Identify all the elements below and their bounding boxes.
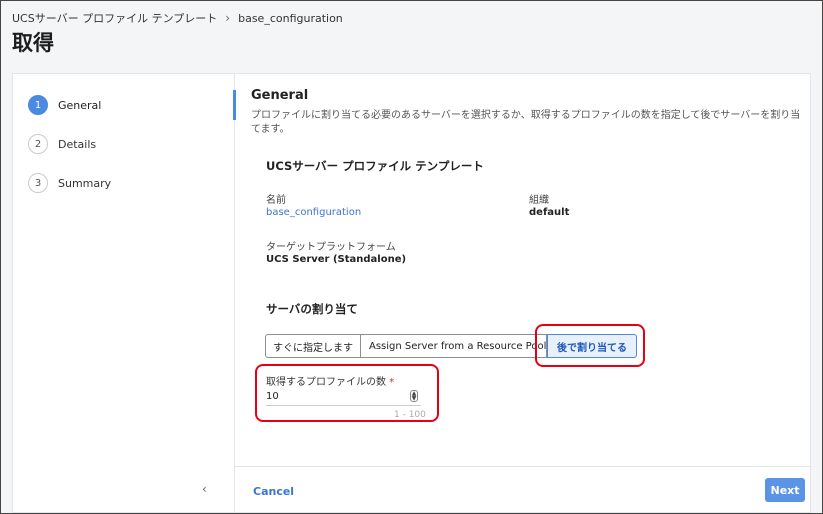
server-assignment-segmented-control: すぐに指定します Assign Server from a Resource P… — [265, 334, 637, 358]
profile-count-input[interactable] — [266, 388, 421, 406]
profile-count-label-text: 取得するプロファイルの数 — [266, 377, 386, 388]
required-mark: * — [389, 377, 395, 388]
section-description: プロファイルに割り当てる必要のあるサーバーを選択するか、取得するプロファイルの数… — [251, 110, 801, 135]
step-label: Summary — [58, 176, 112, 190]
next-button[interactable]: Next — [765, 478, 805, 502]
step-number: 3 — [28, 173, 48, 193]
step-general[interactable]: 1 General — [28, 95, 101, 115]
server-assignment-title: サーバの割り当て — [266, 302, 358, 316]
platform-label: ターゲットプラットフォーム — [266, 242, 396, 253]
count-range-hint: 1 - 100 — [394, 410, 426, 420]
active-step-indicator — [233, 90, 236, 120]
assign-now-button[interactable]: すぐに指定します — [265, 334, 361, 358]
section-title: General — [251, 88, 309, 103]
wizard-card: 1 General 2 Details 3 Summary ‹ General … — [12, 73, 812, 514]
step-details[interactable]: 2 Details — [28, 134, 96, 154]
step-number: 1 — [28, 95, 48, 115]
breadcrumb: UCSサーバー プロファイル テンプレート › base_configurati… — [12, 10, 343, 26]
template-section-title: UCSサーバー プロファイル テンプレート — [266, 159, 484, 173]
org-label: 組織 — [529, 195, 549, 206]
wizard-footer: Cancel Next — [235, 466, 812, 514]
stepper-down-icon[interactable]: ▼ — [412, 396, 417, 402]
step-label: Details — [58, 137, 97, 151]
wizard-steps-sidebar: 1 General 2 Details 3 Summary ‹ — [13, 74, 235, 512]
step-number: 2 — [28, 134, 48, 154]
platform-value: UCS Server (Standalone) — [266, 254, 407, 265]
name-label: 名前 — [266, 195, 286, 206]
collapse-sidebar-icon[interactable]: ‹ — [202, 482, 207, 496]
page-title: 取得 — [12, 31, 54, 55]
name-value-link[interactable]: base_configuration — [266, 207, 361, 218]
step-summary[interactable]: 3 Summary — [28, 173, 111, 193]
number-stepper-icon[interactable]: ▲ ▼ — [410, 390, 418, 402]
assign-later-button[interactable]: 後で割り当てる — [547, 334, 637, 358]
assign-from-pool-button[interactable]: Assign Server from a Resource Pool — [361, 334, 547, 358]
general-step-content: General プロファイルに割り当てる必要のあるサーバーを選択するか、取得する… — [251, 88, 807, 422]
step-label: General — [58, 98, 102, 112]
org-value: default — [529, 207, 570, 218]
breadcrumb-parent-link[interactable]: UCSサーバー プロファイル テンプレート — [12, 10, 217, 26]
breadcrumb-current: base_configuration — [238, 11, 343, 25]
cancel-button[interactable]: Cancel — [253, 485, 294, 498]
chevron-right-icon: › — [225, 11, 231, 25]
profile-count-label: 取得するプロファイルの数 * — [266, 373, 394, 388]
